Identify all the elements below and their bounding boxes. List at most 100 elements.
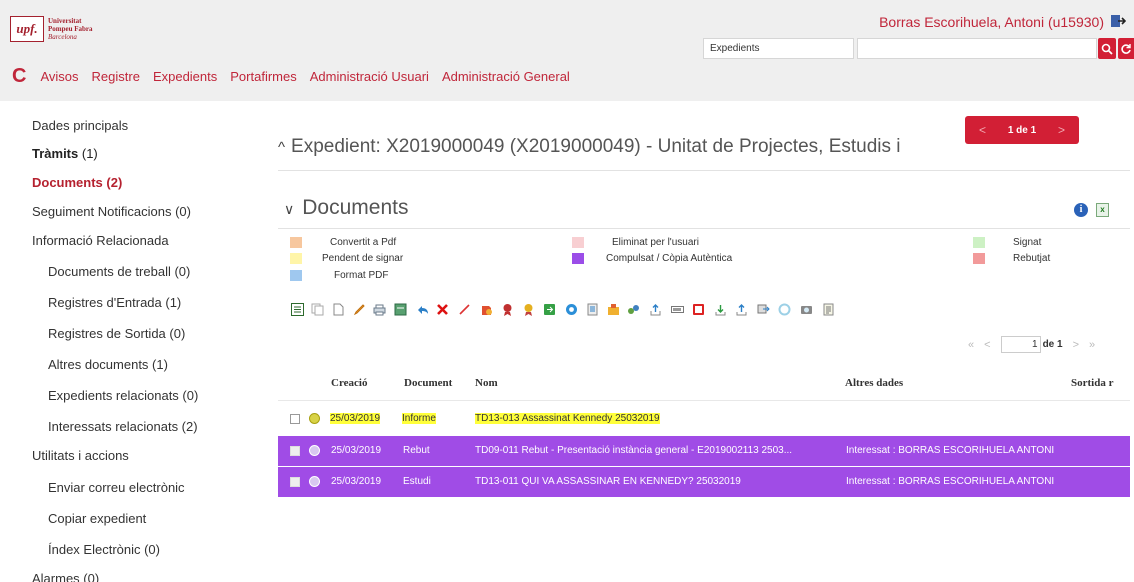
legend-label: Pendent de signar — [322, 253, 404, 264]
nav-portafirmes[interactable]: Portafirmes — [230, 69, 296, 84]
sidebar-item-index-electronic[interactable]: Índex Electrònic (0) — [48, 542, 160, 557]
legend-compulsat: Compulsat / Còpia Autèntica — [572, 253, 732, 264]
upf-logo[interactable]: upf. Universitat Pompeu Fabra Barcelona — [10, 16, 93, 42]
sidebar-item-copiar-expedient[interactable]: Copiar expedient — [48, 511, 146, 526]
nav-admin-usuari[interactable]: Administració Usuari — [310, 69, 429, 84]
logo-line1: Universitat — [48, 17, 82, 25]
barcode-icon[interactable] — [670, 302, 684, 316]
copy-icon[interactable] — [310, 302, 324, 316]
table-row[interactable]: 25/03/2019 Informe TD13-013 Assassinat K… — [278, 404, 1130, 434]
col-header-nom[interactable]: Nom — [475, 377, 498, 389]
excel-export-icon[interactable]: x — [1096, 203, 1109, 217]
sidebar-item-reg-sortida[interactable]: Registres de Sortida (0) — [48, 326, 185, 341]
documents-header[interactable]: ∨ Documents — [284, 196, 408, 220]
index-icon[interactable] — [821, 302, 835, 316]
pdf-icon[interactable] — [691, 302, 705, 316]
sidebar-item-docs-treball[interactable]: Documents de treball (0) — [48, 264, 190, 279]
legend-signat: Signat — [973, 237, 1041, 248]
sidebar-item-int-relacionats[interactable]: Interessats relacionats (2) — [48, 419, 198, 434]
print-icon[interactable] — [372, 302, 386, 316]
prev-expedient-button[interactable]: < — [979, 123, 986, 137]
row-name[interactable]: TD13-013 Assassinat Kennedy 25032019 — [475, 413, 660, 424]
row-checkbox[interactable] — [290, 414, 300, 424]
col-header-altres[interactable]: Altres dades — [845, 377, 903, 389]
col-header-document[interactable]: Document — [404, 377, 452, 389]
sidebar-item-utilitats[interactable]: Utilitats i accions — [32, 448, 129, 463]
list-icon[interactable] — [290, 302, 304, 316]
nav-registre[interactable]: Registre — [92, 69, 140, 84]
reset-search-button[interactable] — [1118, 38, 1134, 59]
col-header-sortida[interactable]: Sortida r — [1071, 377, 1113, 389]
sidebar-item-enviar-correu[interactable]: Enviar correu electrònic — [48, 480, 185, 495]
table-row[interactable]: 25/03/2019 Estudi TD13-011 QUI VA ASSASS… — [278, 467, 1130, 497]
legend-swatch — [572, 237, 584, 248]
nav-avisos[interactable]: Avisos — [40, 69, 78, 84]
sidebar-item-reg-entrada[interactable]: Registres d'Entrada (1) — [48, 295, 181, 310]
search-icon — [1101, 43, 1113, 55]
folder-icon[interactable] — [606, 302, 620, 316]
download-icon[interactable] — [713, 302, 727, 316]
document-list-icon[interactable] — [585, 302, 599, 316]
sidebar-item-altres-docs[interactable]: Altres documents (1) — [48, 357, 168, 372]
col-header-creacio[interactable]: Creació — [331, 377, 367, 389]
refresh-icon[interactable]: C — [12, 66, 26, 86]
pdf-stamp-icon[interactable] — [479, 302, 493, 316]
search-type-select[interactable]: Expedients — [703, 38, 854, 59]
legend-label: Convertit a Pdf — [330, 237, 397, 248]
row-date: 25/03/2019 — [330, 413, 381, 424]
user-name[interactable]: Borras Escorihuela, Antoni (u15930) — [879, 14, 1104, 30]
sidebar-item-dades[interactable]: Dades principals — [32, 118, 128, 133]
row-checkbox[interactable] — [290, 446, 300, 456]
sidebar-item-exp-relacionats[interactable]: Expedients relacionats (0) — [48, 388, 198, 403]
sidebar-item-alarmes[interactable]: Alarmes (0) — [32, 571, 99, 582]
seal-icon[interactable] — [500, 302, 514, 316]
refresh-disabled-icon[interactable] — [777, 302, 791, 316]
sidebar-item-seguiment[interactable]: Seguiment Notificacions (0) — [32, 204, 191, 219]
sidebar-item-tramits[interactable]: Tràmits (1) — [32, 146, 98, 161]
certificate-icon[interactable] — [521, 302, 535, 316]
next-expedient-button[interactable]: > — [1058, 123, 1065, 137]
sign-pen-icon[interactable] — [457, 302, 471, 316]
legend-swatch — [290, 253, 302, 264]
legend-swatch — [973, 237, 985, 248]
logo-line2: Pompeu Fabra — [48, 25, 93, 33]
archive-icon[interactable] — [393, 302, 407, 316]
legend-format: Format PDF — [290, 270, 388, 281]
link-icon[interactable] — [626, 302, 640, 316]
edit-icon[interactable] — [352, 302, 366, 316]
upload-file-icon[interactable] — [734, 302, 748, 316]
table-row[interactable]: 25/03/2019 Rebut TD09-011 Rebut - Presen… — [278, 436, 1130, 466]
row-name[interactable]: TD09-011 Rebut - Presentació instància g… — [475, 445, 792, 456]
legend-swatch — [290, 270, 302, 281]
expedient-header[interactable]: ^ Expedient: X2019000049 (X2019000049) - … — [278, 136, 901, 158]
prev-page-button[interactable]: < — [984, 339, 990, 351]
row-date: 25/03/2019 — [331, 445, 382, 456]
scan-icon[interactable] — [799, 302, 813, 316]
sidebar-item-documents[interactable]: Documents (2) — [32, 175, 122, 190]
search-input[interactable] — [857, 38, 1097, 59]
logo-line3: Barcelona — [48, 33, 77, 41]
sync-icon[interactable] — [564, 302, 578, 316]
move-icon[interactable] — [756, 302, 770, 316]
row-name[interactable]: TD13-011 QUI VA ASSASSINAR EN KENNEDY? 2… — [475, 476, 741, 487]
row-checkbox[interactable] — [290, 477, 300, 487]
main-nav: C Avisos Registre Expedients Portafirmes… — [12, 66, 583, 86]
reply-icon[interactable] — [415, 302, 429, 316]
sidebar-item-info-relacionada[interactable]: Informació Relacionada — [32, 233, 169, 248]
logout-icon[interactable] — [1110, 13, 1127, 29]
first-page-button[interactable]: « — [968, 339, 974, 351]
status-icon — [309, 476, 320, 487]
last-page-button[interactable]: » — [1089, 339, 1095, 351]
new-document-icon[interactable] — [331, 302, 345, 316]
search-button[interactable] — [1098, 38, 1116, 59]
chevron-down-icon: ∨ — [284, 201, 295, 217]
nav-admin-general[interactable]: Administració General — [442, 69, 570, 84]
page-input[interactable]: 1 — [1000, 336, 1041, 353]
upload-icon[interactable] — [648, 302, 662, 316]
nav-expedients[interactable]: Expedients — [153, 69, 217, 84]
next-page-button[interactable]: > — [1073, 339, 1079, 351]
expedient-pager: < 1 de 1 > — [965, 116, 1079, 144]
info-icon[interactable]: i — [1074, 203, 1088, 217]
export-icon[interactable] — [542, 302, 556, 316]
delete-icon[interactable] — [435, 302, 449, 316]
